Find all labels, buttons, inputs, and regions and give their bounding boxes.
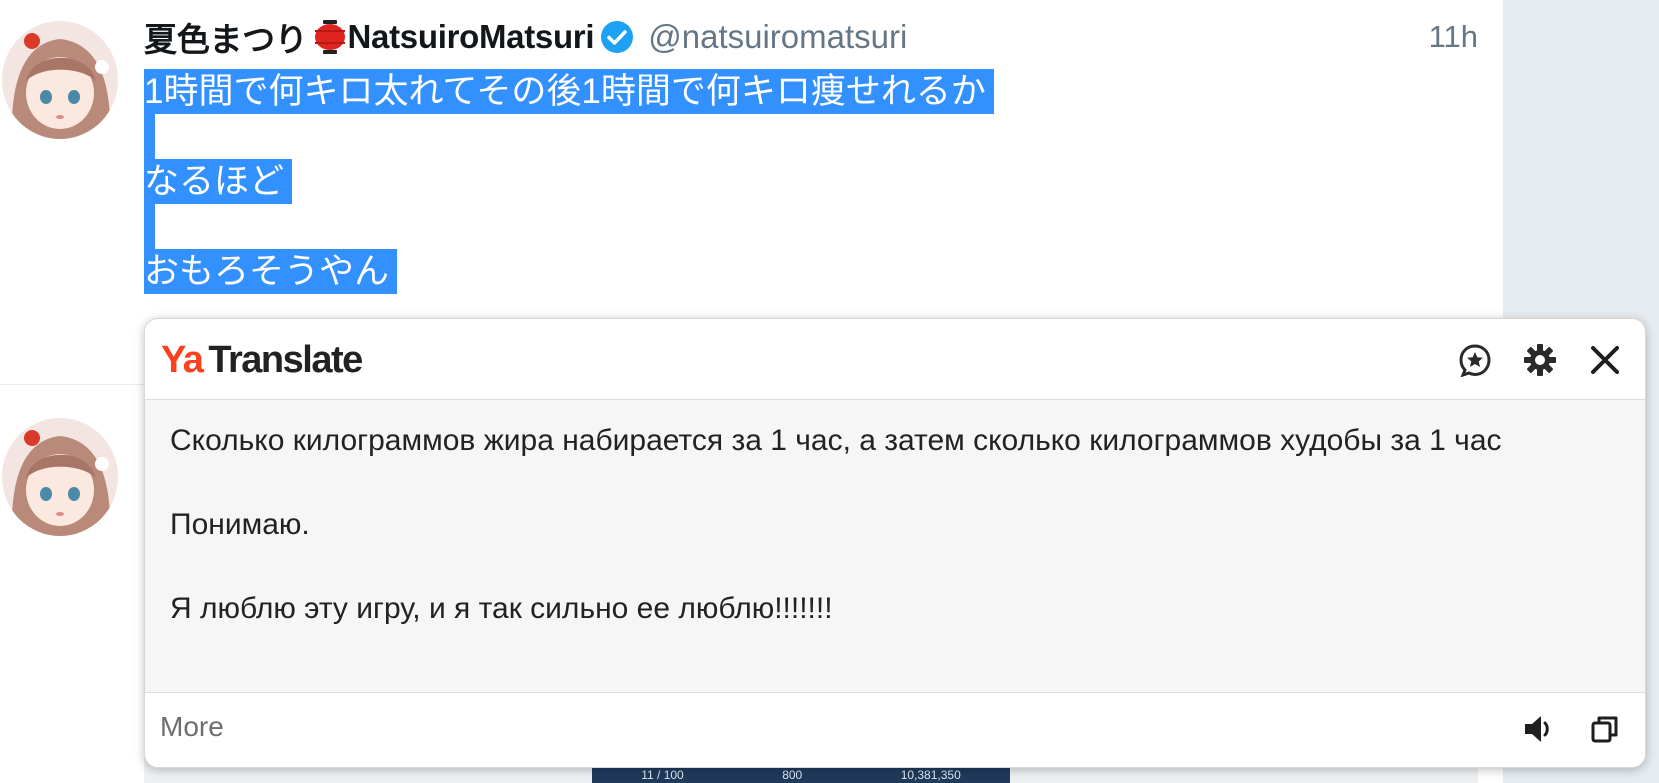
tweet-line: なるほど <box>144 159 293 204</box>
verified-badge-icon <box>600 20 634 54</box>
tweet-timestamp[interactable]: 11h <box>1429 19 1484 55</box>
avatar[interactable] <box>2 418 118 536</box>
logo-translate: Translate <box>208 339 363 381</box>
tweet-text[interactable]: 1時間で何キロ太れてその後1時間で何キロ痩せれるか なるほど おもろそうやん <box>144 69 994 294</box>
selection-gap <box>144 114 155 159</box>
red-lantern-icon <box>314 20 346 54</box>
tweet-line: 1時間で何キロ太れてその後1時間で何キロ痩せれるか <box>144 69 994 114</box>
translation-text: Сколько килограммов жира набирается за 1… <box>170 416 1620 634</box>
close-icon[interactable] <box>1586 341 1624 379</box>
game-screenshot: 11 / 100 800 10,381,350 <box>592 766 1010 783</box>
popup-footer: More <box>145 692 1645 767</box>
media-stat: 11 / 100 <box>641 767 684 782</box>
tweet-line: おもろそうやん <box>144 249 398 294</box>
tweet-header: 夏色まつり NatsuiroMatsuri @natsuiromatsuri 1… <box>144 12 1484 62</box>
gear-icon[interactable] <box>1521 341 1559 379</box>
media-stat: 10,381,350 <box>900 767 961 782</box>
more-link[interactable]: More <box>160 711 224 743</box>
copy-icon[interactable] <box>1585 709 1625 749</box>
translation-paragraph: Сколько килограммов жира набирается за 1… <box>170 424 1502 457</box>
display-name[interactable]: 夏色まつり <box>144 13 308 61</box>
translation-paragraph: Понимаю. <box>170 508 310 541</box>
avatar[interactable] <box>2 21 118 139</box>
popup-header: Ya Translate <box>145 319 1645 400</box>
star-bubble-icon[interactable] <box>1456 341 1494 379</box>
yandex-translate-logo: Ya Translate <box>161 339 363 381</box>
logo-ya: Ya <box>161 339 204 381</box>
translation-paragraph: Я люблю эту игру, и я так сильно ее любл… <box>170 592 833 625</box>
media-stat: 800 <box>782 767 803 782</box>
display-name-latin[interactable]: NatsuiroMatsuri <box>348 18 595 56</box>
selection-gap <box>144 204 155 249</box>
user-handle[interactable]: @natsuiromatsuri <box>648 18 907 56</box>
speaker-icon[interactable] <box>1519 709 1559 749</box>
translate-popup: Ya Translate Сколько килограммов жира на… <box>144 318 1646 768</box>
